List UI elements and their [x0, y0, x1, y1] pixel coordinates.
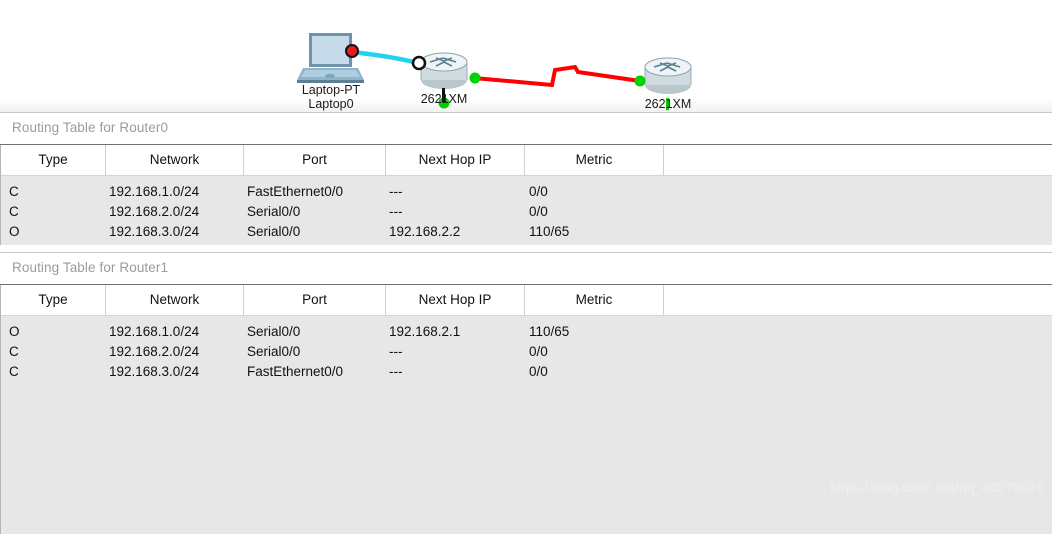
- cell-port: FastEthernet0/0: [247, 364, 344, 379]
- cell-network: 192.168.3.0/24: [109, 224, 200, 239]
- cell-next-hop-ip: ---: [389, 184, 403, 199]
- cell-metric: 0/0: [529, 204, 548, 219]
- column-header-spacer[interactable]: [664, 145, 1052, 175]
- cell-network: 192.168.2.0/24: [109, 204, 200, 219]
- cell-metric: 110/65: [529, 224, 570, 239]
- cell-port: FastEthernet0/0: [247, 184, 344, 199]
- column-header-metric[interactable]: Metric: [525, 285, 664, 315]
- cell-type: C: [9, 184, 19, 199]
- router1-icon: [644, 57, 692, 94]
- cell-next-hop-ip: ---: [389, 364, 403, 379]
- column-header-network[interactable]: Network: [106, 285, 244, 315]
- column-header-port[interactable]: Port: [244, 285, 386, 315]
- canvas-bottom-shadow: [0, 98, 1052, 112]
- panel-title-router1: Routing Table for Router1: [12, 260, 169, 275]
- watermark: https://blog.csdn.net/qq_43279579: [830, 480, 1044, 495]
- topology-links-layer: [297, 33, 692, 110]
- table-row[interactable]: C 192.168.1.0/24 FastEthernet0/0 --- 0/0: [1, 182, 1052, 202]
- cell-network: 192.168.3.0/24: [109, 364, 200, 379]
- cell-network: 192.168.1.0/24: [109, 184, 200, 199]
- link-status-dot-router0-s00: [469, 72, 481, 84]
- panel-title-router0: Routing Table for Router0: [12, 120, 169, 135]
- table-row[interactable]: O 192.168.3.0/24 Serial0/0 192.168.2.2 1…: [1, 222, 1052, 242]
- table-header-row-router1: Type Network Port Next Hop IP Metric: [1, 285, 1052, 316]
- cell-type: C: [9, 364, 19, 379]
- topology-canvas[interactable]: Laptop-PT Laptop0 2621XM 2621XM: [0, 0, 1052, 112]
- cell-network: 192.168.2.0/24: [109, 344, 200, 359]
- panel-body-router1: Type Network Port Next Hop IP Metric O 1…: [0, 285, 1052, 534]
- cell-port: Serial0/0: [247, 344, 301, 359]
- link-laptop-router0: [350, 49, 419, 66]
- laptop-icon: [297, 33, 364, 83]
- cell-next-hop-ip: 192.168.2.1: [389, 324, 461, 339]
- table-row[interactable]: C 192.168.3.0/24 FastEthernet0/0 --- 0/0: [1, 362, 1052, 382]
- panel-titlebar-router0: Routing Table for Router0: [0, 112, 1052, 145]
- cell-type: C: [9, 204, 19, 219]
- cell-next-hop-ip: ---: [389, 344, 403, 359]
- link-status-dot-laptop0: [345, 44, 359, 58]
- cell-next-hop-ip: ---: [389, 204, 403, 219]
- cell-port: Serial0/0: [247, 324, 301, 339]
- table-row[interactable]: C 192.168.2.0/24 Serial0/0 --- 0/0: [1, 342, 1052, 362]
- cell-metric: 0/0: [529, 344, 548, 359]
- laptop0-model-label: Laptop-PT: [301, 83, 361, 97]
- table-row[interactable]: O 192.168.1.0/24 Serial0/0 192.168.2.1 1…: [1, 322, 1052, 342]
- column-header-next-hop-ip[interactable]: Next Hop IP: [386, 145, 525, 175]
- table-row[interactable]: C 192.168.2.0/24 Serial0/0 --- 0/0: [1, 202, 1052, 222]
- table-header-row-router0: Type Network Port Next Hop IP Metric: [1, 145, 1052, 176]
- link-status-dot-router0-fa00: [411, 55, 427, 71]
- cell-port: Serial0/0: [247, 204, 301, 219]
- cell-metric: 110/65: [529, 324, 570, 339]
- link-router0-router1: [473, 64, 641, 88]
- cell-metric: 0/0: [529, 364, 548, 379]
- cell-type: O: [9, 324, 20, 339]
- cell-port: Serial0/0: [247, 224, 301, 239]
- column-header-port[interactable]: Port: [244, 145, 386, 175]
- column-header-network[interactable]: Network: [106, 145, 244, 175]
- column-header-type[interactable]: Type: [1, 145, 106, 175]
- cell-next-hop-ip: 192.168.2.2: [389, 224, 461, 239]
- cell-type: O: [9, 224, 20, 239]
- cell-network: 192.168.1.0/24: [109, 324, 200, 339]
- cell-metric: 0/0: [529, 184, 548, 199]
- cell-type: C: [9, 344, 19, 359]
- table-body-router0: C 192.168.1.0/24 FastEthernet0/0 --- 0/0…: [1, 176, 1052, 239]
- panel-titlebar-router1: Routing Table for Router1: [0, 252, 1052, 285]
- panel-body-router0: Type Network Port Next Hop IP Metric C 1…: [0, 145, 1052, 245]
- column-header-next-hop-ip[interactable]: Next Hop IP: [386, 285, 525, 315]
- column-header-spacer[interactable]: [664, 285, 1052, 315]
- link-status-dot-router1-s00: [634, 75, 646, 87]
- column-header-metric[interactable]: Metric: [525, 145, 664, 175]
- column-header-type[interactable]: Type: [1, 285, 106, 315]
- table-body-router1: O 192.168.1.0/24 Serial0/0 192.168.2.1 1…: [1, 316, 1052, 379]
- router0-icon: [420, 52, 468, 89]
- routing-table-panel-router0: Routing Table for Router0 Type Network P…: [0, 112, 1052, 245]
